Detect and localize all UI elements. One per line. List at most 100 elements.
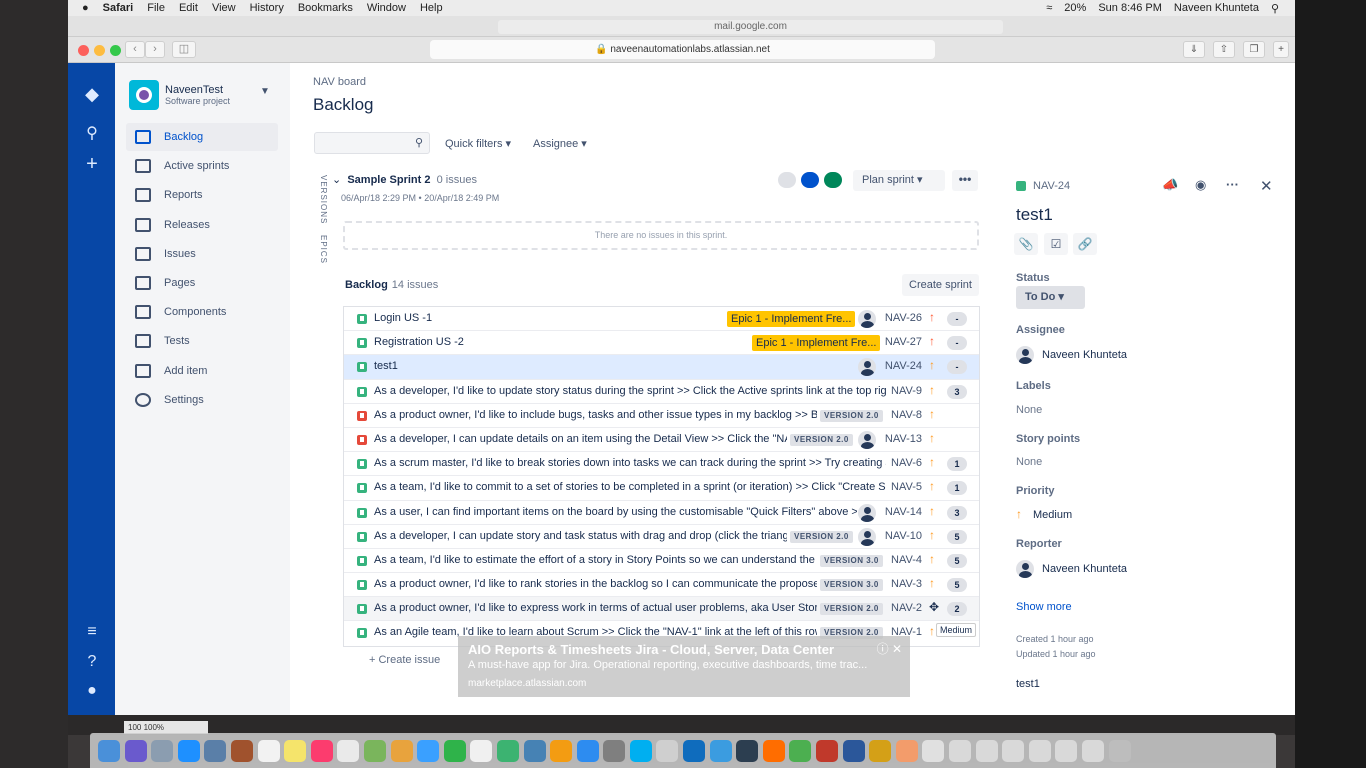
version-badge[interactable]: VERSION 2.0 xyxy=(820,409,883,422)
table-row[interactable]: As a product owner, I'd like to express … xyxy=(344,597,979,622)
itunes-icon[interactable] xyxy=(310,739,333,762)
share-icon[interactable]: ⇧ xyxy=(1213,41,1235,58)
spotlight-icon[interactable]: ⚲ xyxy=(1271,2,1279,15)
close-icon[interactable]: ✕ xyxy=(1260,177,1273,195)
document-icon[interactable] xyxy=(1028,739,1051,762)
numbers-icon[interactable] xyxy=(496,739,519,762)
assignee-value[interactable]: Naveen Khunteta xyxy=(1042,349,1127,361)
table-row[interactable]: As a developer, I'd like to update story… xyxy=(344,380,979,404)
user-name[interactable]: Naveen Khunteta xyxy=(1174,2,1259,14)
assignee-dropdown[interactable]: Assignee ▾ xyxy=(533,137,587,150)
sidebar-item-backlog[interactable]: Backlog xyxy=(126,123,278,151)
detail-title[interactable]: test1 xyxy=(1016,205,1053,225)
table-row[interactable]: Registration US -2 Epic 1 - Implement Fr… xyxy=(344,331,979,356)
issue-key[interactable]: NAV-13 xyxy=(885,433,922,445)
create-issue-button[interactable]: + Create issue xyxy=(369,654,440,666)
sidebar-item-pages[interactable]: Pages xyxy=(126,269,278,297)
issue-key[interactable]: NAV-14 xyxy=(885,506,922,518)
menu-bookmarks[interactable]: Bookmarks xyxy=(298,2,353,14)
epic-label[interactable]: Epic 1 - Implement Fre... xyxy=(752,335,881,352)
contacts-icon[interactable] xyxy=(230,739,253,762)
description-value[interactable]: test1 xyxy=(1016,678,1040,690)
eclipse-icon[interactable] xyxy=(736,739,759,762)
story-points-value[interactable]: None xyxy=(1016,456,1042,468)
calendar-icon[interactable] xyxy=(257,739,280,762)
siri-icon[interactable] xyxy=(124,739,147,762)
project-header[interactable]: NaveenTest Software project xyxy=(129,80,230,110)
labels-value[interactable]: None xyxy=(1016,404,1042,416)
issue-key[interactable]: NAV-26 xyxy=(885,312,922,324)
preview-icon[interactable] xyxy=(204,739,227,762)
mail-icon[interactable] xyxy=(709,739,732,762)
create-sprint-button[interactable]: Create sprint xyxy=(902,274,979,296)
menu-history[interactable]: History xyxy=(250,2,284,14)
table-row[interactable]: As a scrum master, I'd like to break sto… xyxy=(344,452,979,477)
table-row[interactable]: As a product owner, I'd like to rank sto… xyxy=(344,573,979,598)
table-row[interactable]: As a team, I'd like to commit to a set o… xyxy=(344,476,979,501)
word-icon[interactable] xyxy=(842,739,865,762)
wifi-icon[interactable]: ≈ xyxy=(1046,2,1052,14)
issue-key[interactable]: NAV-2 xyxy=(891,602,922,614)
new-tab-icon[interactable]: + xyxy=(1273,41,1289,58)
menu-help[interactable]: Help xyxy=(420,2,443,14)
outlook-icon[interactable] xyxy=(683,739,706,762)
document-icon[interactable] xyxy=(975,739,998,762)
document-icon[interactable] xyxy=(1081,739,1104,762)
minimize-window-icon[interactable] xyxy=(94,45,105,56)
chevron-down-icon[interactable]: ▼ xyxy=(260,86,270,97)
finder-icon[interactable] xyxy=(98,739,120,762)
table-row[interactable]: test1 NAV-24 ↑ - xyxy=(344,355,979,380)
epics-tab[interactable]: EPICS xyxy=(314,235,328,264)
menu-safari[interactable]: Safari xyxy=(103,2,134,14)
versions-tab[interactable]: VERSIONS xyxy=(314,175,328,224)
sidebar-item-settings[interactable]: Settings xyxy=(126,386,278,414)
flower-app-icon[interactable] xyxy=(895,739,918,762)
apple-menu-icon[interactable]: ● xyxy=(82,2,89,14)
sidebar-item-components[interactable]: Components xyxy=(126,298,278,326)
help-icon[interactable]: ? xyxy=(79,650,105,674)
menu-window[interactable]: Window xyxy=(367,2,406,14)
trash-icon[interactable] xyxy=(1108,739,1131,762)
issue-key[interactable]: NAV-6 xyxy=(891,457,922,469)
version-badge[interactable]: VERSION 2.0 xyxy=(790,433,853,446)
attachment-icon[interactable]: 📎 xyxy=(1014,233,1038,255)
address-bar[interactable]: 🔒 naveenautomationlabs.atlassian.net xyxy=(430,40,935,59)
sidebar-toggle-icon[interactable]: ◫ xyxy=(172,41,196,58)
sidebar-item-issues[interactable]: Issues xyxy=(126,240,278,268)
profile-icon[interactable]: ● xyxy=(79,679,105,703)
detail-issue-key[interactable]: NAV-24 xyxy=(1033,180,1070,192)
plan-sprint-button[interactable]: Plan sprint ▾ xyxy=(853,170,945,191)
menu-edit[interactable]: Edit xyxy=(179,2,198,14)
messages-icon[interactable] xyxy=(417,739,440,762)
system-preferences-icon[interactable] xyxy=(603,739,626,762)
document-icon[interactable] xyxy=(922,739,945,762)
table-row[interactable]: As a developer, I can update story and t… xyxy=(344,525,979,549)
safari-icon[interactable] xyxy=(177,739,200,762)
help-icon[interactable] xyxy=(656,739,679,762)
table-row[interactable]: As a team, I'd like to estimate the effo… xyxy=(344,549,979,574)
facetime-icon[interactable] xyxy=(443,739,466,762)
issue-key[interactable]: NAV-9 xyxy=(891,385,922,397)
issue-key[interactable]: NAV-5 xyxy=(891,481,922,493)
document-icon[interactable] xyxy=(1055,739,1078,762)
issue-key[interactable]: NAV-4 xyxy=(891,554,922,566)
notes-icon[interactable] xyxy=(284,739,307,762)
table-row[interactable]: As a product owner, I'd like to include … xyxy=(344,404,979,428)
document-icon[interactable] xyxy=(1002,739,1025,762)
skype-icon[interactable] xyxy=(629,739,652,762)
create-icon[interactable]: + xyxy=(79,152,105,176)
version-badge[interactable]: VERSION 3.0 xyxy=(820,554,883,567)
reminders-icon[interactable] xyxy=(337,739,360,762)
powerpoint-icon[interactable] xyxy=(816,739,839,762)
keynote-icon[interactable] xyxy=(523,739,546,762)
subtask-icon[interactable]: ☑ xyxy=(1044,233,1068,255)
version-badge[interactable]: VERSION 3.0 xyxy=(820,579,883,592)
ibooks-icon[interactable] xyxy=(550,739,573,762)
epic-label[interactable]: Epic 1 - Implement Fre... xyxy=(727,311,856,327)
link-icon[interactable]: 🔗 xyxy=(1073,233,1097,255)
table-row[interactable]: As a user, I can find important items on… xyxy=(344,501,979,525)
downloads-icon[interactable]: ⇓ xyxy=(1183,41,1205,58)
more-icon[interactable]: ··· xyxy=(1226,177,1239,192)
ad-link[interactable]: marketplace.atlassian.com xyxy=(468,678,900,689)
close-window-icon[interactable] xyxy=(78,45,89,56)
